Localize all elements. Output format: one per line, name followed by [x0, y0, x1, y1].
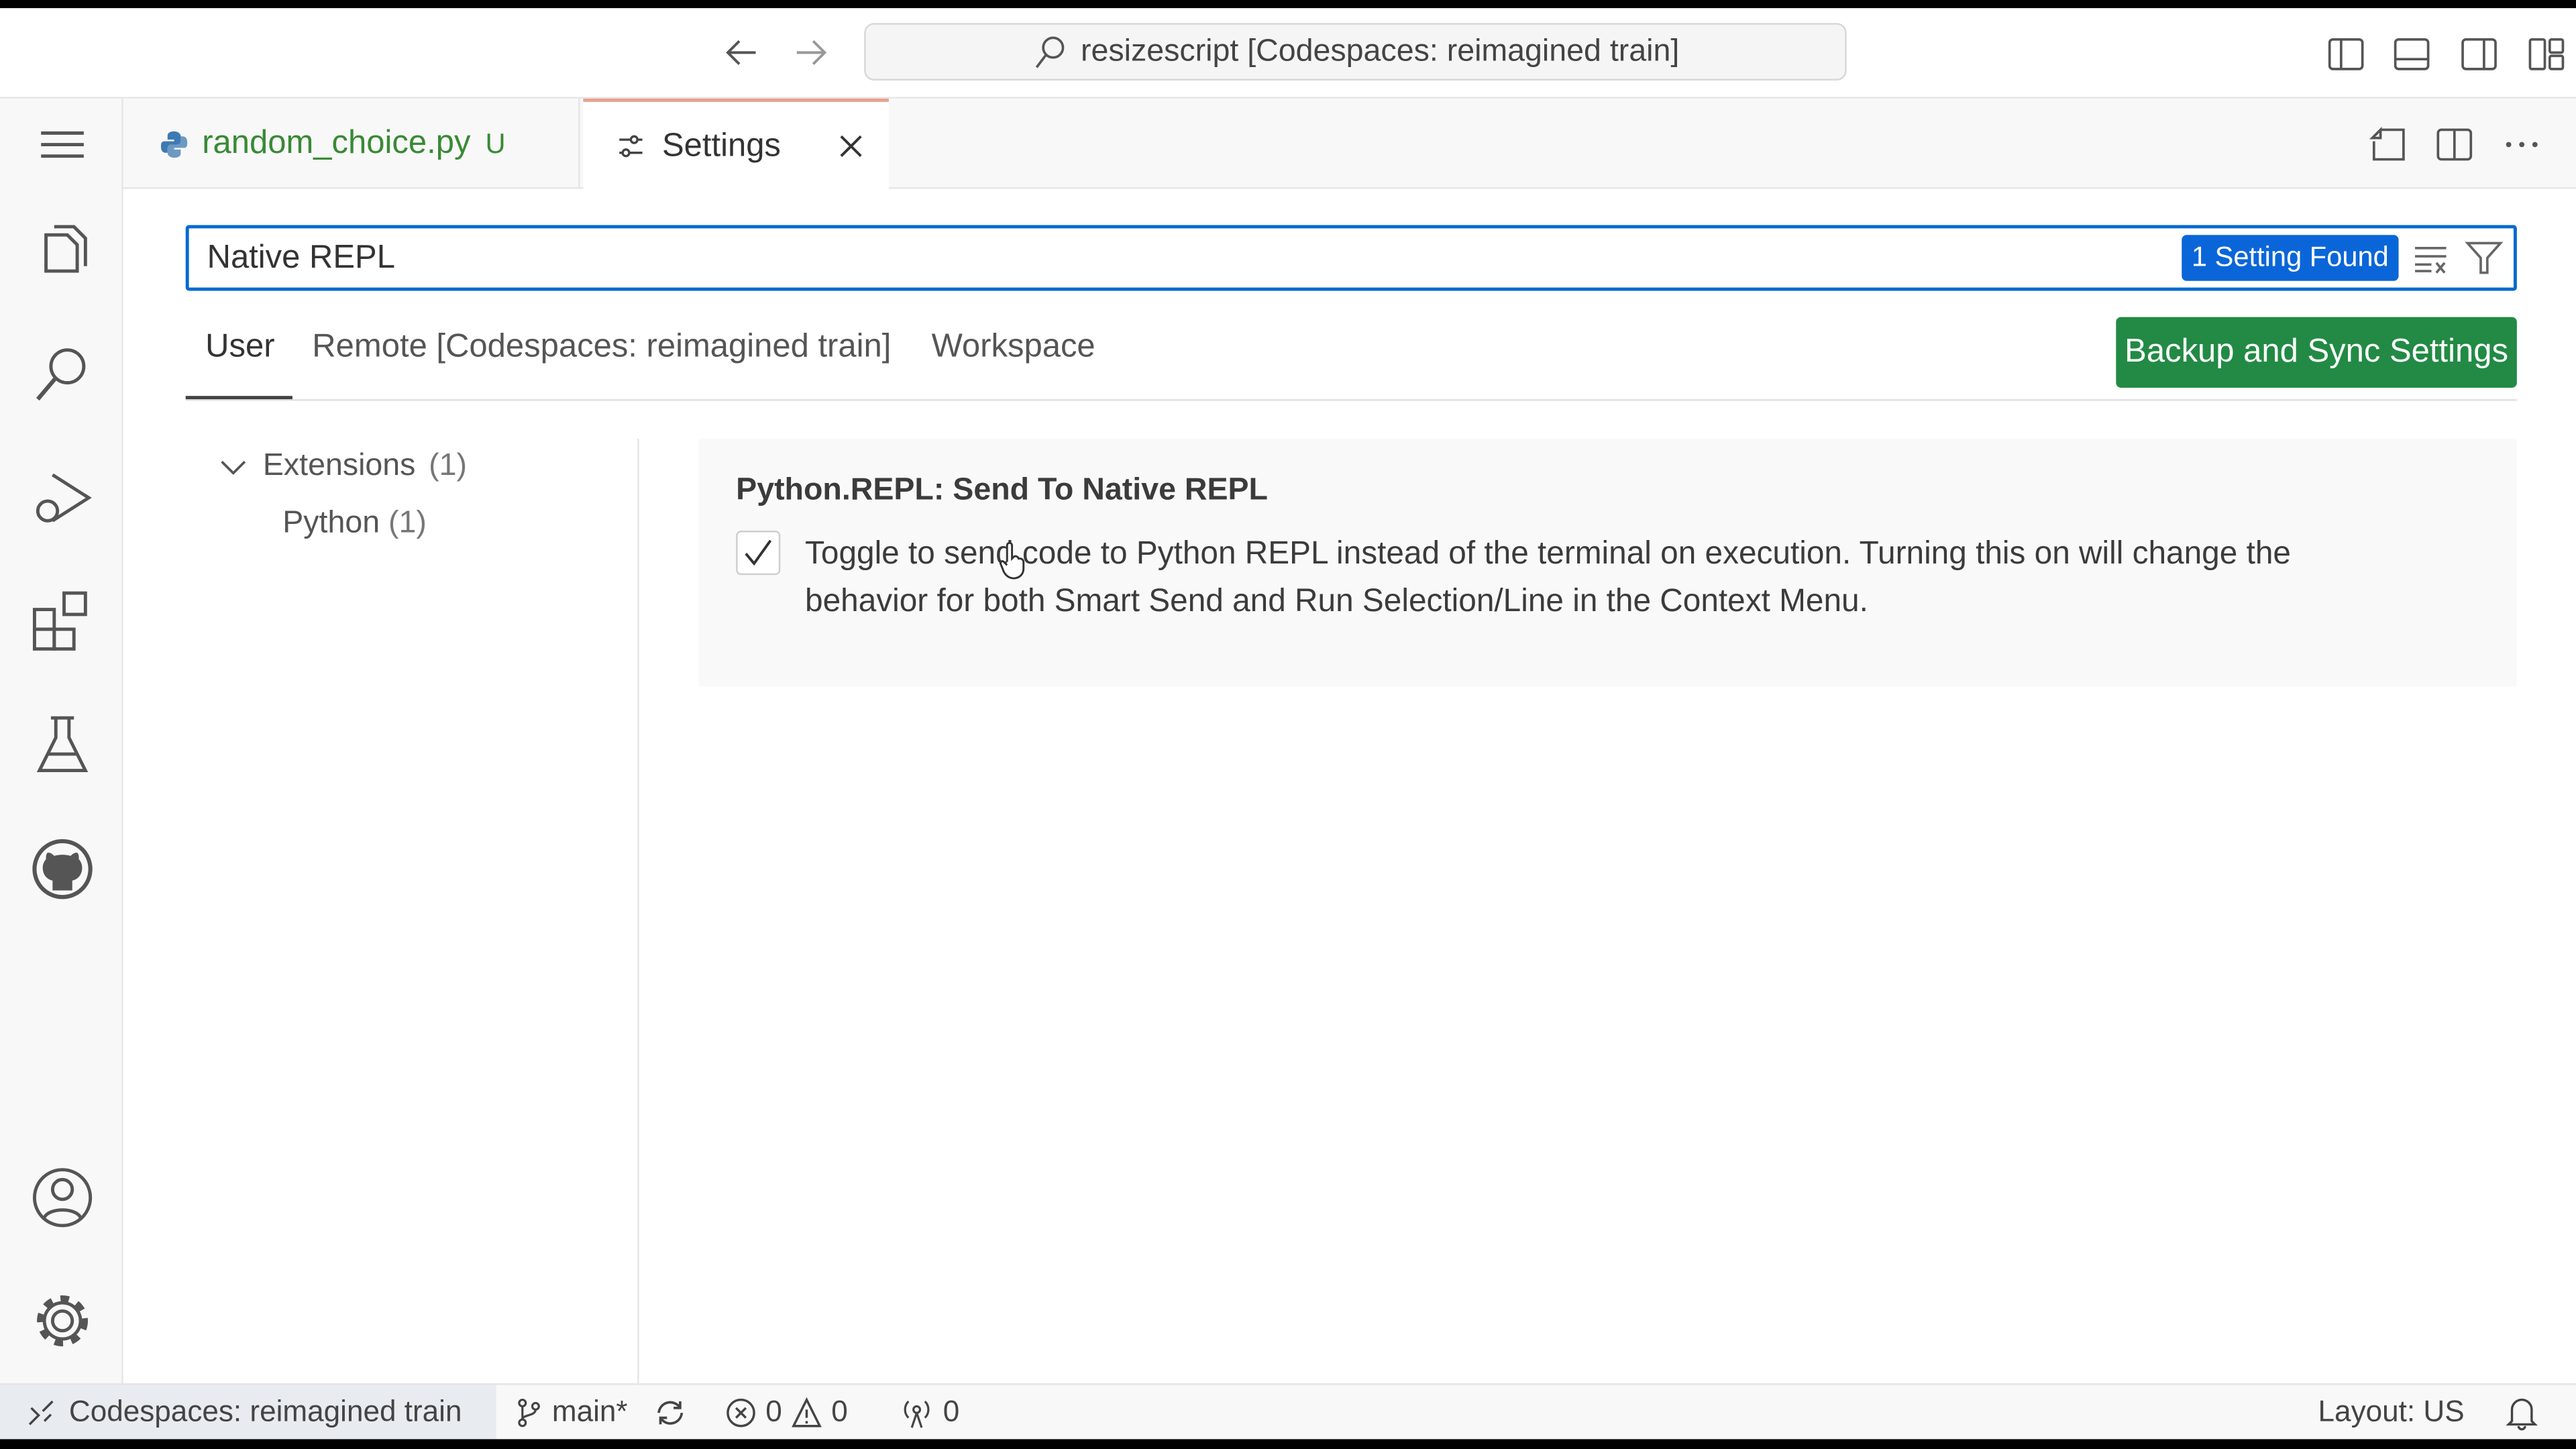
tab-user[interactable]: User — [205, 329, 274, 366]
forward-arrow-icon[interactable] — [790, 33, 830, 72]
command-center-search[interactable]: resizescript [Codespaces: reimagined tra… — [864, 23, 1847, 81]
active-tab-indicator — [185, 396, 292, 400]
split-editor-icon[interactable] — [2434, 125, 2474, 164]
github-icon[interactable] — [30, 837, 95, 902]
error-count: 0 — [765, 1395, 782, 1428]
problems-status[interactable]: 0 0 — [724, 1385, 848, 1440]
toc-child-count: (1) — [388, 506, 427, 541]
toc-divider — [637, 438, 639, 1384]
command-center-label: resizescript [Codespaces: reimagined tra… — [1081, 34, 1680, 68]
title-bar: resizescript [Codespaces: reimagined tra… — [0, 8, 2576, 99]
explorer-icon[interactable] — [30, 219, 95, 284]
back-arrow-icon[interactable] — [723, 33, 763, 72]
checkmark-icon — [738, 532, 779, 573]
search-icon[interactable] — [30, 341, 95, 407]
tab-label: random_choice.py — [202, 125, 471, 162]
scope-tabs-divider — [185, 399, 2517, 401]
toc-python[interactable]: Python (1) — [282, 506, 427, 542]
ports-count: 0 — [943, 1395, 960, 1428]
toggle-secondary-sidebar-icon[interactable] — [2459, 36, 2499, 72]
customize-layout-icon[interactable] — [2527, 36, 2567, 72]
screen-top-edge — [0, 0, 2576, 9]
more-actions-icon[interactable] — [2502, 125, 2542, 164]
status-bar: Codespaces: reimagined train main* 0 0 0… — [0, 1383, 2576, 1440]
remote-icon — [26, 1397, 56, 1427]
git-branch-icon — [515, 1395, 544, 1428]
open-settings-json-icon[interactable] — [2367, 125, 2410, 164]
broadcast-icon — [899, 1395, 935, 1428]
error-icon — [724, 1395, 757, 1428]
tab-label: Settings — [661, 127, 781, 164]
toc-group-label: Extensions — [262, 448, 416, 484]
tab-random-choice-py[interactable]: random_choice.py U — [123, 98, 580, 189]
toc-extensions[interactable]: Extensions (1) — [217, 449, 467, 485]
remote-indicator[interactable]: Codespaces: reimagined train — [0, 1385, 496, 1440]
settings-search-input[interactable] — [203, 237, 2182, 279]
clear-filter-icon[interactable] — [2412, 240, 2451, 276]
tab-settings[interactable]: Settings — [583, 98, 889, 191]
manage-gear-icon[interactable] — [30, 1288, 95, 1354]
sync-icon[interactable] — [652, 1385, 688, 1440]
activity-bar — [0, 98, 123, 1384]
filter-icon[interactable] — [2464, 238, 2504, 278]
backup-and-sync-button[interactable]: Backup and Sync Settings — [2116, 317, 2517, 388]
branch-status[interactable]: main* — [515, 1385, 628, 1440]
tab-workspace[interactable]: Workspace — [932, 329, 1095, 366]
remote-label: Codespaces: reimagined train — [68, 1395, 462, 1428]
toggle-primary-sidebar-icon[interactable] — [2326, 36, 2366, 72]
toc-child-label: Python — [282, 506, 380, 541]
result-count-badge: 1 Setting Found — [2182, 235, 2399, 281]
warning-count: 0 — [831, 1395, 848, 1428]
menu-icon[interactable] — [30, 112, 95, 178]
chevron-down-icon — [217, 450, 250, 483]
accounts-icon[interactable] — [30, 1165, 95, 1230]
testing-icon[interactable] — [30, 711, 95, 777]
untracked-badge: U — [485, 127, 506, 159]
notifications-bell-icon[interactable] — [2506, 1385, 2538, 1440]
search-icon — [1032, 34, 1068, 70]
setting-checkbox[interactable] — [736, 531, 781, 576]
ports-status[interactable]: 0 — [899, 1385, 960, 1440]
settings-search[interactable]: 1 Setting Found — [185, 225, 2517, 291]
setting-title: Python.REPL: Send To Native REPL — [736, 473, 1268, 508]
keyboard-layout-status[interactable]: Layout: US — [2318, 1385, 2465, 1440]
editor-tab-bar: random_choice.py U Settings — [123, 98, 2576, 191]
branch-label: main* — [551, 1395, 628, 1428]
extensions-icon[interactable] — [30, 588, 95, 654]
setting-description: Toggle to send code to Python REPL inste… — [805, 535, 2291, 620]
python-icon — [160, 129, 189, 158]
warning-icon — [790, 1395, 823, 1428]
toc-group-count: (1) — [429, 448, 467, 484]
close-icon[interactable] — [837, 131, 866, 161]
toggle-panel-icon[interactable] — [2392, 36, 2432, 72]
tab-remote[interactable]: Remote [Codespaces: reimagined train] — [312, 329, 891, 366]
screen-bottom-edge — [0, 1439, 2576, 1449]
run-debug-icon[interactable] — [30, 465, 95, 531]
hand-cursor-icon — [998, 539, 1027, 582]
settings-sliders-icon — [616, 131, 645, 161]
